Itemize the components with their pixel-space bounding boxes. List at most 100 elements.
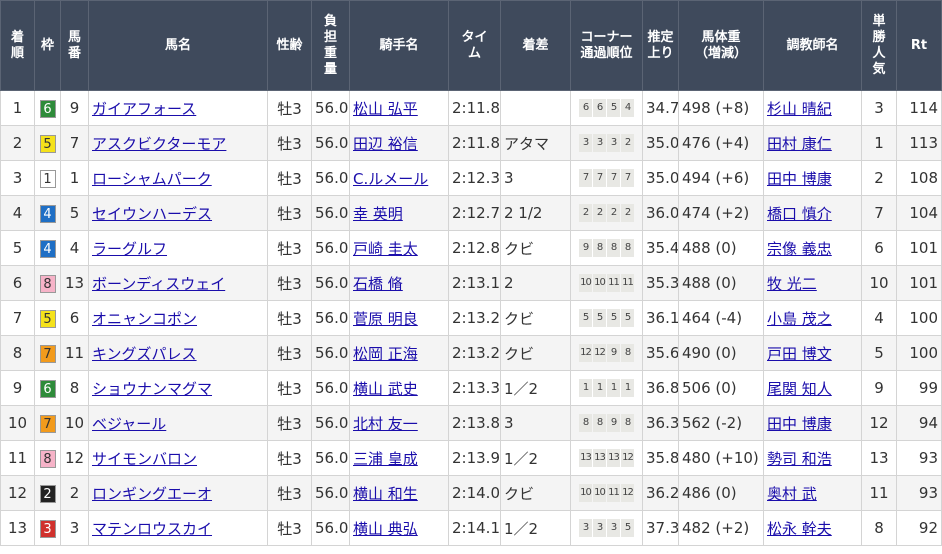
trainer-name-link[interactable]: 尾関 知人: [767, 380, 832, 398]
table-row: 5 4 4 ラーグルフ 牡3 56.0 戸崎 圭太 2:12.8 クビ 9 8 8 8 35.4 488 (…: [0, 230, 942, 266]
jockey-name: 横山 武史: [349, 370, 449, 406]
horse-name-link[interactable]: オニャンコポン: [92, 310, 197, 328]
trainer-name-link[interactable]: 杉山 晴紀: [767, 100, 832, 118]
corner-cell: 5555: [570, 300, 643, 336]
horse-name-link[interactable]: マテンロウスカイ: [92, 520, 212, 538]
header-weight-carried[interactable]: 負担重量: [311, 0, 350, 91]
horse-name-link[interactable]: ボーンディスウェイ: [92, 275, 225, 293]
jockey-name: 菅原 明良: [349, 300, 449, 336]
popularity-cell: 13: [861, 440, 897, 476]
horse-name-link[interactable]: サイモンバロン: [92, 450, 197, 468]
corner-position: 11: [607, 274, 620, 293]
header-time[interactable]: タイム: [448, 0, 501, 91]
margin-cell: 2 1/2: [500, 195, 571, 231]
waku-cell: 4: [34, 230, 61, 266]
header-body-weight[interactable]: 馬体重（増減）: [678, 0, 764, 91]
jockey-name-link[interactable]: 三浦 皇成: [353, 450, 418, 468]
trainer-name-link[interactable]: 奥村 武: [767, 485, 817, 503]
table-row: 7 5 6 オニャンコポン 牡3 56.0 菅原 明良 2:13.2 クビ 5 5 5 5 36.1 464…: [0, 300, 942, 336]
sex-age-cell: 牡3: [267, 195, 312, 231]
header-last3f[interactable]: 推定上り: [642, 0, 679, 91]
last3f-cell: 36.0: [642, 195, 679, 231]
jockey-name: 横山 典弘: [349, 510, 449, 546]
corner-positions: 6654: [579, 99, 634, 118]
header-margin[interactable]: 着差: [500, 0, 571, 91]
time-cell: 2:12.7: [448, 195, 501, 231]
jockey-name-link[interactable]: 松岡 正海: [353, 345, 418, 363]
corner-position: 5: [621, 519, 634, 538]
last3f-cell: 37.3: [642, 510, 679, 546]
waku-badge: 8: [39, 449, 56, 468]
trainer-name-link[interactable]: 牧 光二: [767, 275, 817, 293]
trainer-name-link[interactable]: 田中 博康: [767, 415, 832, 433]
trainer-name-link[interactable]: 橋口 慎介: [767, 205, 832, 223]
jockey-name-link[interactable]: 田辺 裕信: [353, 135, 418, 153]
result-rows: 1 6 9 ガイアフォース 牡3 56.0 松山 弘平 2:11.8 6 6 5 4 34.7 498 (…: [0, 90, 942, 546]
corner-position: 10: [593, 484, 606, 503]
corner-position: 2: [607, 204, 620, 223]
header-umaban[interactable]: 馬番: [60, 0, 89, 91]
last3f-cell: 35.3: [642, 265, 679, 301]
corner-position: 7: [607, 169, 620, 188]
header-rank[interactable]: 着順: [0, 0, 35, 91]
header-rating[interactable]: Rt: [896, 0, 942, 91]
trainer-name-link[interactable]: 田村 康仁: [767, 135, 832, 153]
jockey-name: 戸崎 圭太: [349, 230, 449, 266]
jockey-name-link[interactable]: 横山 和生: [353, 485, 418, 503]
margin-cell: アタマ: [500, 125, 571, 161]
horse-name-link[interactable]: ショウナンマグマ: [92, 380, 212, 398]
corner-position: 6: [593, 99, 606, 118]
jockey-name-link[interactable]: 幸 英明: [353, 205, 403, 223]
jockey-name-link[interactable]: 菅原 明良: [353, 310, 418, 328]
horse-name-link[interactable]: アスクビクターモア: [92, 135, 226, 153]
trainer-name-link[interactable]: 松永 幹夫: [767, 520, 832, 538]
trainer-name-link[interactable]: 勢司 和浩: [767, 450, 832, 468]
jockey-name-link[interactable]: 戸崎 圭太: [353, 240, 418, 258]
rating-cell: 92: [896, 510, 942, 546]
rating-cell: 94: [896, 405, 942, 441]
corner-position: 7: [593, 169, 606, 188]
jockey-name-link[interactable]: 北村 友一: [353, 415, 418, 433]
trainer-name-link[interactable]: 戸田 博文: [767, 345, 832, 363]
corner-position: 3: [607, 519, 620, 538]
horse-name-link[interactable]: ローシャムパーク: [92, 170, 212, 188]
trainer-name-link[interactable]: 小島 茂之: [767, 310, 832, 328]
corner-positions: 8898: [579, 414, 634, 433]
margin-cell: 1／2: [500, 510, 571, 546]
weight-carried-cell: 56.0: [311, 440, 350, 476]
header-horse[interactable]: 馬名: [88, 0, 268, 91]
jockey-name-link[interactable]: 石橋 脩: [353, 275, 403, 293]
trainer-name: 尾関 知人: [763, 370, 862, 406]
jockey-name-link[interactable]: 松山 弘平: [353, 100, 418, 118]
header-jockey[interactable]: 騎手名: [349, 0, 449, 91]
horse-name-link[interactable]: セイウンハーデス: [92, 205, 212, 223]
trainer-name-link[interactable]: 田中 博康: [767, 170, 832, 188]
waku-cell: 3: [34, 510, 61, 546]
header-popularity[interactable]: 単勝人気: [861, 0, 897, 91]
horse-name-link[interactable]: ロンギングエーオ: [92, 485, 212, 503]
umaban-cell: 8: [60, 370, 89, 406]
corner-cell: 2222: [570, 195, 643, 231]
horse-name-link[interactable]: ガイアフォース: [92, 100, 196, 118]
trainer-name-link[interactable]: 宗像 義忠: [767, 240, 832, 258]
horse-name-link[interactable]: キングズパレス: [92, 345, 197, 363]
jockey-name-link[interactable]: C.ルメール: [353, 170, 428, 188]
jockey-name-link[interactable]: 横山 武史: [353, 380, 418, 398]
corner-position: 5: [621, 309, 634, 328]
header-trainer[interactable]: 調教師名: [763, 0, 862, 91]
header-sex-age[interactable]: 性齢: [267, 0, 312, 91]
header-corner[interactable]: コーナー通過順位: [570, 0, 643, 91]
body-weight-cell: 494 (+6): [678, 160, 764, 196]
trainer-name: 松永 幹夫: [763, 510, 862, 546]
corner-position: 3: [607, 134, 620, 153]
corner-position: 12: [579, 344, 592, 363]
sex-age-cell: 牡3: [267, 440, 312, 476]
horse-name-link[interactable]: ベジャール: [92, 415, 166, 433]
horse-name-link[interactable]: ラーグルフ: [92, 240, 167, 258]
umaban-cell: 12: [60, 440, 89, 476]
jockey-name-link[interactable]: 横山 典弘: [353, 520, 418, 538]
waku-badge: 4: [39, 204, 56, 223]
header-waku[interactable]: 枠: [34, 0, 61, 91]
table-row: 10 7 10 ベジャール 牡3 56.0 北村 友一 2:13.8 3 8 8 9 8 36.3 562 …: [0, 405, 942, 441]
corner-position: 5: [579, 309, 592, 328]
